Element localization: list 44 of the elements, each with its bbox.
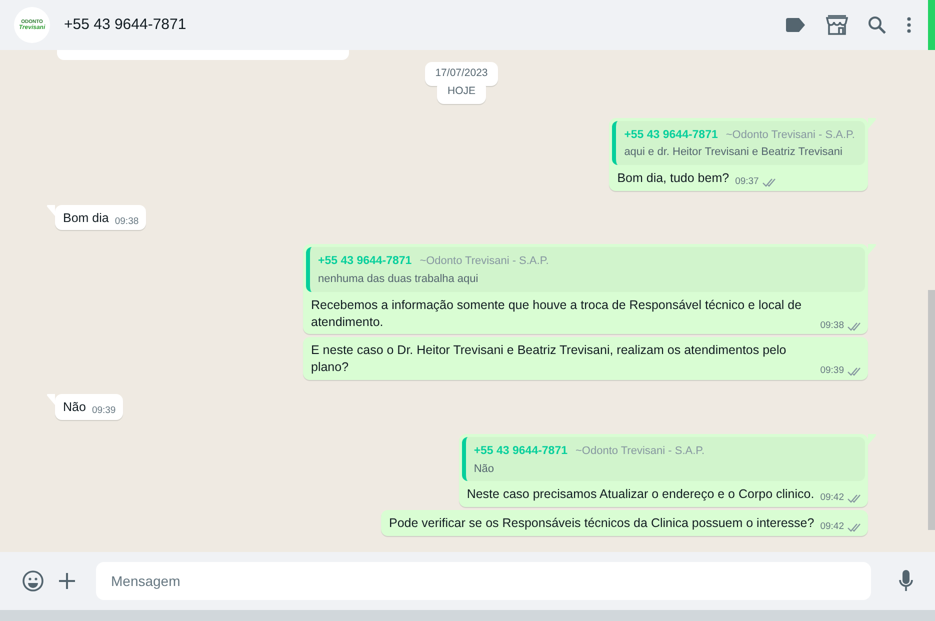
message-text: E neste caso o Dr. Heitor Trevisani e Beatriz Trevisani, realizam os atendimentos pelo plano? — [311, 342, 788, 376]
label-button[interactable] — [786, 18, 806, 32]
quoted-phone: +55 43 9644-7871 — [474, 445, 568, 458]
message-text: Neste caso precisamos Atualizar o endereço e o Corpo clinico. — [466, 486, 814, 504]
message-time: 09:38 — [114, 216, 139, 228]
quoted-sender: ~Odonto Trevisani - S.A.P. — [420, 255, 549, 268]
store-icon — [826, 15, 848, 35]
quoted-text: Não — [474, 462, 495, 476]
emoji-button[interactable] — [22, 570, 44, 592]
scrollbar-thumb[interactable] — [928, 290, 935, 530]
message-text: Não — [63, 399, 86, 416]
message-text: Bom dia, tudo bem? — [617, 170, 730, 187]
quoted-phone: +55 43 9644-7871 — [624, 128, 718, 140]
quoted-message[interactable]: +55 43 9644-7871 ~Odonto Trevisani - S.A.P. nenhuma das duas trabalha aqui — [306, 247, 865, 292]
message-field[interactable]: Mensagem — [96, 562, 871, 600]
message-time: 09:39 — [92, 405, 116, 418]
quoted-text: aqui e dr. Heitor Trevisani e Beatriz Trevisani — [624, 145, 844, 160]
tag-icon — [786, 18, 806, 32]
menu-button[interactable] — [906, 17, 912, 33]
message-time: 09:38 — [820, 320, 844, 332]
contact-name[interactable]: +55 43 9644-7871 — [64, 14, 186, 36]
shop-button[interactable] — [826, 15, 848, 35]
date-label: HOJE — [437, 80, 486, 104]
quoted-text: nenhuma das duas trabalha aqui — [318, 272, 480, 287]
search-button[interactable] — [868, 16, 886, 34]
quoted-phone: +55 43 9644-7871 — [318, 255, 412, 268]
message-time: 09:42 — [820, 521, 844, 534]
voice-button[interactable] — [899, 570, 913, 592]
message-time: 09:37 — [735, 176, 759, 189]
plus-icon — [58, 572, 76, 590]
microphone-icon — [899, 570, 913, 592]
message-text: Bom dia — [63, 210, 109, 226]
attach-button[interactable] — [58, 572, 76, 590]
search-icon — [868, 16, 886, 34]
message-time: 09:42 — [820, 492, 844, 506]
message-time: 09:39 — [820, 365, 844, 378]
emoji-icon — [22, 570, 44, 592]
quoted-sender: ~Odonto Trevisani - S.A.P. — [576, 445, 705, 458]
menu-icon — [906, 17, 912, 33]
message-text: Pode verificar se os Responsáveis técnicos da Clinica possuem o interesse? — [389, 515, 814, 532]
message-text: Recebemos a informação somente que houve a troca de Responsável técnico e local de atendimento. — [311, 296, 803, 330]
quoted-message[interactable]: +55 43 9644-7871 ~Odonto Trevisani - S.A.P. Não — [462, 437, 865, 482]
quoted-message[interactable]: +55 43 9644-7871 ~Odonto Trevisani - S.A.P. aqui e dr. Heitor Trevisani e Beatriz Trevisani — [612, 120, 865, 165]
quoted-sender: ~Odonto Trevisani - S.A.P. — [726, 128, 855, 140]
